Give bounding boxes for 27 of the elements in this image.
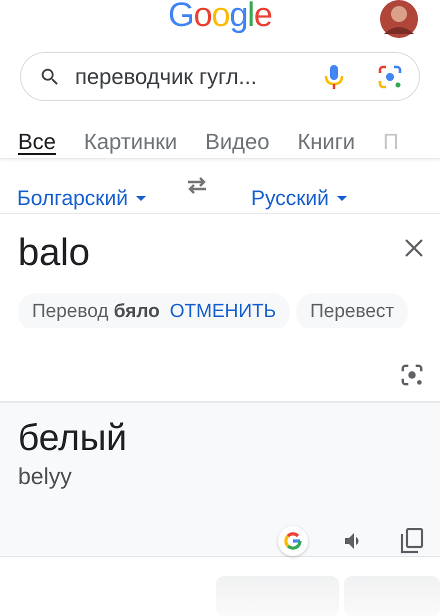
- search-tab[interactable]: Все: [18, 129, 56, 156]
- search-field[interactable]: переводчик гугл...: [75, 64, 309, 90]
- source-text[interactable]: balo: [18, 232, 90, 279]
- google-logo: Google: [168, 0, 272, 34]
- suggestion-chip[interactable]: Перевест: [296, 292, 408, 328]
- chip-text: Перевод бяло: [32, 300, 160, 323]
- target-language-dropdown[interactable]: Русский: [250, 184, 347, 213]
- caret-icon: [136, 196, 146, 202]
- copy-icon[interactable]: [400, 528, 424, 554]
- source-language-dropdown[interactable]: Болгарский: [17, 184, 146, 213]
- transliteration-text: belyy: [18, 463, 73, 490]
- avatar[interactable]: [380, 0, 418, 38]
- search-tab[interactable]: Картинки: [84, 129, 178, 156]
- google-g-icon: [283, 531, 303, 551]
- search-tab[interactable]: Книги: [297, 129, 356, 156]
- camera-search-icon[interactable]: [400, 362, 424, 387]
- suggestion-chip[interactable]: Перевод бяло ОТМЕНИТЬ: [18, 292, 290, 328]
- search-bar[interactable]: переводчик гугл...: [20, 52, 420, 102]
- chip-text: Перевест: [310, 300, 394, 323]
- google-button[interactable]: [278, 526, 308, 556]
- undo-link[interactable]: ОТМЕНИТЬ: [170, 300, 276, 323]
- caret-icon: [336, 196, 347, 202]
- search-tab[interactable]: Видео: [205, 129, 270, 156]
- microphone-icon[interactable]: [323, 62, 345, 91]
- close-icon[interactable]: [404, 238, 424, 258]
- camera-search-icon[interactable]: [377, 64, 403, 90]
- translated-text: белый: [18, 417, 128, 459]
